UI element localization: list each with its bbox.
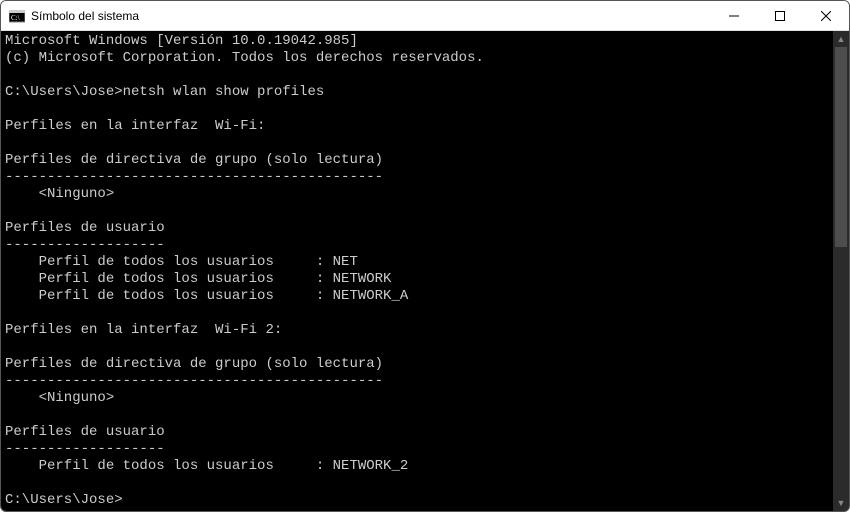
scrollbar[interactable]: ▲ ▼ bbox=[833, 31, 849, 511]
scroll-thumb[interactable] bbox=[835, 47, 847, 247]
close-button[interactable] bbox=[803, 1, 849, 31]
minimize-button[interactable] bbox=[711, 1, 757, 31]
console-output[interactable]: Microsoft Windows [Versión 10.0.19042.98… bbox=[1, 31, 833, 511]
svg-text:C:\: C:\ bbox=[11, 14, 20, 22]
cmd-window: C:\ Símbolo del sistema Microsoft Window… bbox=[0, 0, 850, 512]
scroll-down-icon[interactable]: ▼ bbox=[833, 495, 849, 511]
maximize-button[interactable] bbox=[757, 1, 803, 31]
titlebar[interactable]: C:\ Símbolo del sistema bbox=[1, 1, 849, 31]
scroll-up-icon[interactable]: ▲ bbox=[833, 31, 849, 47]
console-area: Microsoft Windows [Versión 10.0.19042.98… bbox=[1, 31, 849, 511]
window-title: Símbolo del sistema bbox=[31, 9, 139, 23]
cmd-icon: C:\ bbox=[9, 8, 25, 24]
